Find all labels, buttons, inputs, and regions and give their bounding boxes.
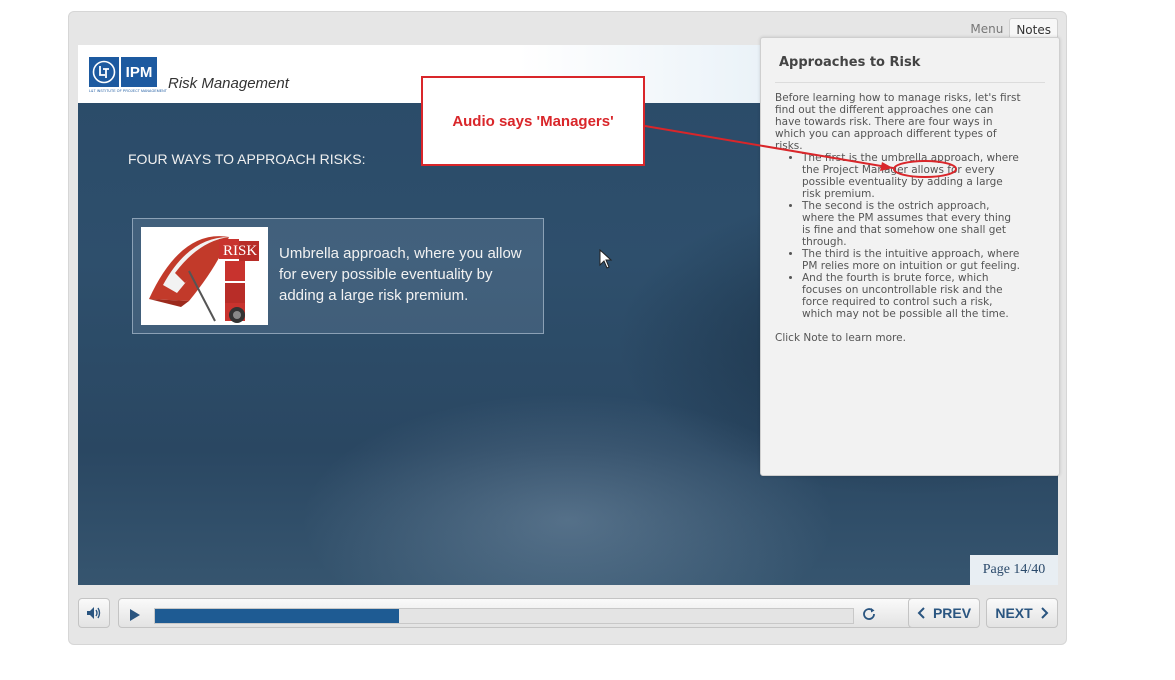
annotation-text: Audio says 'Managers' [452,113,614,130]
play-button[interactable] [129,607,141,626]
volume-button[interactable] [78,598,110,628]
notes-bullet: The second is the ostrich approach, wher… [802,200,1021,248]
logo-subtext: L&T INSTITUTE OF PROJECT MANAGEMENT [89,89,168,93]
prev-button[interactable]: PREV [908,598,980,628]
notes-bullet: The first is the umbrella approach, wher… [802,152,1021,200]
chevron-left-icon [917,607,925,619]
replay-button[interactable] [861,606,877,626]
prev-label: PREV [932,605,972,621]
lt-logo-icon [89,57,119,87]
page-number: Page 14/40 [970,555,1058,585]
notes-panel: Approaches to Risk Before learning how t… [760,37,1060,476]
risk-letter-r: RISK [223,243,257,259]
playback-bar [118,598,968,628]
notes-divider [775,82,1045,83]
next-label: NEXT [995,605,1033,621]
notes-footer: Click Note to learn more. [775,332,906,344]
notes-intro: Before learning how to manage risks, let… [775,92,1021,152]
notes-bullet: And the fourth is brute force, which foc… [802,272,1021,320]
approach-card: RISK Umbrella approach, where you allow … [132,218,544,334]
chevron-right-icon [1040,607,1049,619]
notes-title: Approaches to Risk [779,55,921,70]
volume-icon [87,607,101,619]
slide-heading: FOUR WAYS TO APPROACH RISKS: [128,151,366,167]
mouse-cursor-icon [599,249,613,269]
course-title: Risk Management [168,75,289,92]
replay-icon [863,608,875,620]
notes-body: Before learning how to manage risks, let… [775,92,1021,344]
logo-text: IPM [121,57,157,87]
next-button[interactable]: NEXT [986,598,1058,628]
notes-list: The first is the umbrella approach, wher… [775,152,1021,320]
progress-fill [155,609,400,623]
umbrella-risk-image: RISK [141,227,268,325]
ipm-logo: IPM L&T INSTITUTE OF PROJECT MANAGEMENT [89,57,168,95]
progress-track[interactable] [154,608,854,624]
play-icon [130,609,140,621]
card-description: Umbrella approach, where you allow for e… [279,245,522,304]
player-controls: PREV NEXT [78,598,1058,632]
annotation-callout: Audio says 'Managers' [421,76,645,166]
notes-bullet: The third is the intuitive approach, whe… [802,248,1021,272]
